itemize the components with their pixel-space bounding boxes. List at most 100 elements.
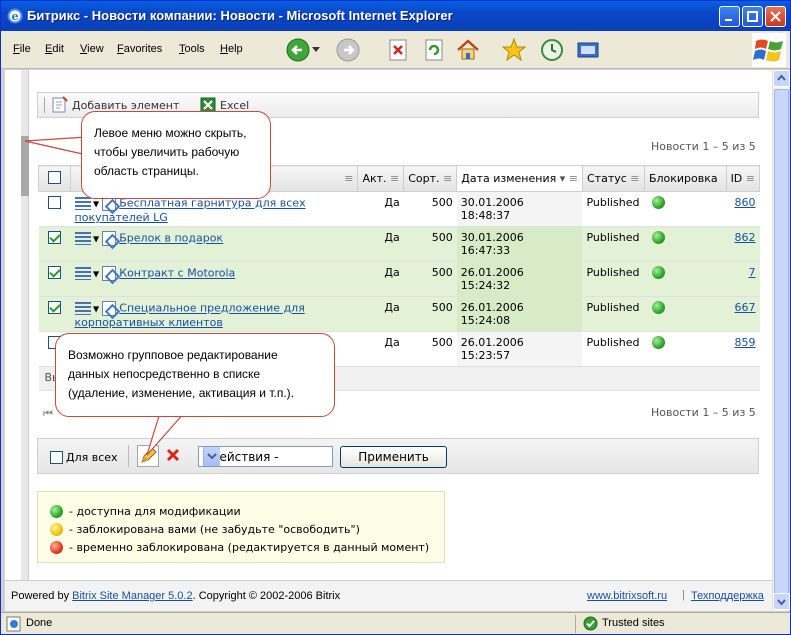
menu-favorites[interactable]: Favorites [117,43,162,55]
menu-edit[interactable]: Edit [45,43,64,55]
menu-tools[interactable]: Tools [179,43,205,55]
page-done-icon [6,616,22,635]
media-icon[interactable] [573,35,603,65]
edit-element-icon[interactable] [101,266,116,281]
sort-desc-icon[interactable]: ▾ [560,172,566,185]
row-checkbox[interactable] [48,231,61,244]
menu-view[interactable]: View [80,43,104,55]
lock-green-icon [652,231,666,244]
row-checkbox[interactable] [48,266,61,279]
lock-green-icon [652,301,666,314]
row-menu-arrow-icon[interactable]: ▼ [91,270,102,279]
lock-green-icon [652,336,666,349]
scroll-up-icon[interactable] [773,70,790,87]
row-menu-arrow-icon[interactable]: ▼ [91,200,102,209]
column-menu-icon[interactable]: ≡ [630,172,639,185]
window-title: Битрикс - Новости компании: Новости - Mi… [27,8,453,23]
cell-sort: 500 [403,331,457,367]
header-active[interactable]: Акт. ≡ [357,165,405,192]
header-sort[interactable]: Сорт. ≡ [403,165,458,192]
row-menu-icon[interactable] [74,232,91,245]
cell-status: Published [582,331,645,367]
column-menu-icon[interactable]: ≡ [746,172,755,185]
title-bar: e Битрикс - Новости компании: Новости - … [1,1,790,31]
header-date[interactable]: Дата изменения ▾ ≡ [456,165,583,192]
refresh-icon[interactable] [419,35,449,65]
menu-help[interactable]: Help [220,43,243,55]
support-link[interactable]: Техподдержка [691,590,764,602]
id-link[interactable]: 667 [735,301,756,314]
minimize-button[interactable] [719,6,740,27]
cell-date: 26.01.2006 15:23:57 [456,331,583,367]
cell-sort: 500 [403,191,457,227]
trusted-sites-icon [583,616,598,634]
close-button[interactable] [765,6,786,27]
menu-bar: File Edit View Favorites Tools Help [1,31,790,69]
row-menu-icon[interactable] [74,302,91,315]
id-link[interactable]: 7 [749,266,756,279]
maximize-button[interactable] [742,6,763,27]
row-menu-arrow-icon[interactable]: ▼ [91,305,102,314]
actions-select[interactable]: - действия - [198,446,333,467]
home-icon[interactable] [453,35,483,65]
lock-green-icon [652,196,666,209]
row-menu-icon[interactable] [74,197,91,210]
edit-element-icon[interactable] [101,231,116,246]
row-checkbox[interactable] [48,196,61,209]
edit-element-icon[interactable] [101,301,116,316]
site-link[interactable]: www.bitrixsoft.ru [587,590,667,602]
cell-lock [644,331,727,367]
header-id[interactable]: ID ≡ [725,165,761,192]
news-title-link[interactable]: Контракт с Motorola [119,267,235,280]
back-dropdown-icon[interactable] [309,35,323,65]
row-menu-icon[interactable] [74,267,91,280]
apply-button[interactable]: Применить [340,446,447,468]
column-menu-icon[interactable]: ≡ [569,172,578,185]
forward-icon[interactable] [333,35,363,65]
row-checkbox[interactable] [48,301,61,314]
lock-legend: - доступна для модификации - заблокирова… [37,491,445,563]
column-menu-icon[interactable]: ≡ [344,172,353,185]
news-title-link[interactable]: Брелок в подарок [119,232,223,245]
id-link[interactable]: 859 [735,336,756,349]
page-footer: Powered by Bitrix Site Manager 5.0.2. Co… [5,580,772,611]
cell-active: Да [357,296,404,332]
stop-icon[interactable] [383,35,413,65]
row-menu-arrow-icon[interactable]: ▼ [91,235,102,244]
table-row[interactable]: ▼ Контракт с Motorola Да 500 26.01.2006 1… [38,261,760,297]
svg-text:e: e [12,10,19,23]
powered-by: Powered by Bitrix Site Manager 5.0.2. Co… [11,590,341,602]
scroll-down-icon[interactable] [773,593,790,610]
lock-green-icon [652,266,666,279]
id-link[interactable]: 860 [735,196,756,209]
legend-item: - временно заблокирована (редактируется … [50,541,429,554]
table-row[interactable]: ▼ Брелок в подарок Да 500 30.01.2006 16:4… [38,226,760,262]
lock-red-icon [50,541,63,554]
column-menu-icon[interactable]: ≡ [390,172,399,185]
vertical-scrollbar[interactable] [772,70,790,611]
table-row[interactable]: ▼ Специальное предложение для корпоратив… [38,296,760,332]
cell-status: Published [582,226,645,262]
menu-file[interactable]: File [13,43,31,55]
lock-yellow-icon [50,523,63,536]
scroll-thumb[interactable] [774,89,789,594]
add-element-icon[interactable] [52,96,68,116]
history-icon[interactable] [537,35,567,65]
browser-window: e Битрикс - Новости компании: Новости - … [0,0,791,635]
cell-active: Да [357,261,404,297]
bitrix-link[interactable]: Bitrix Site Manager 5.0.2 [72,590,192,602]
cell-date: 26.01.2006 15:24:32 [456,261,583,297]
nav-summary-top: Новости 1 – 5 из 5 [651,140,756,153]
cell-active: Да [357,226,404,262]
header-lock[interactable]: Блокировка [643,165,727,192]
first-page-icon[interactable]: ⏮ [43,407,53,421]
column-menu-icon[interactable]: ≡ [443,172,452,185]
cell-lock [644,191,727,227]
cell-lock [644,226,727,262]
header-status[interactable]: Статус ≡ [581,165,645,192]
cell-date: 26.01.2006 15:24:08 [456,296,583,332]
for-all-label[interactable]: Для всех [66,451,118,464]
id-link[interactable]: 862 [735,231,756,244]
for-all-checkbox[interactable] [50,451,63,464]
favorites-icon[interactable] [499,35,529,65]
